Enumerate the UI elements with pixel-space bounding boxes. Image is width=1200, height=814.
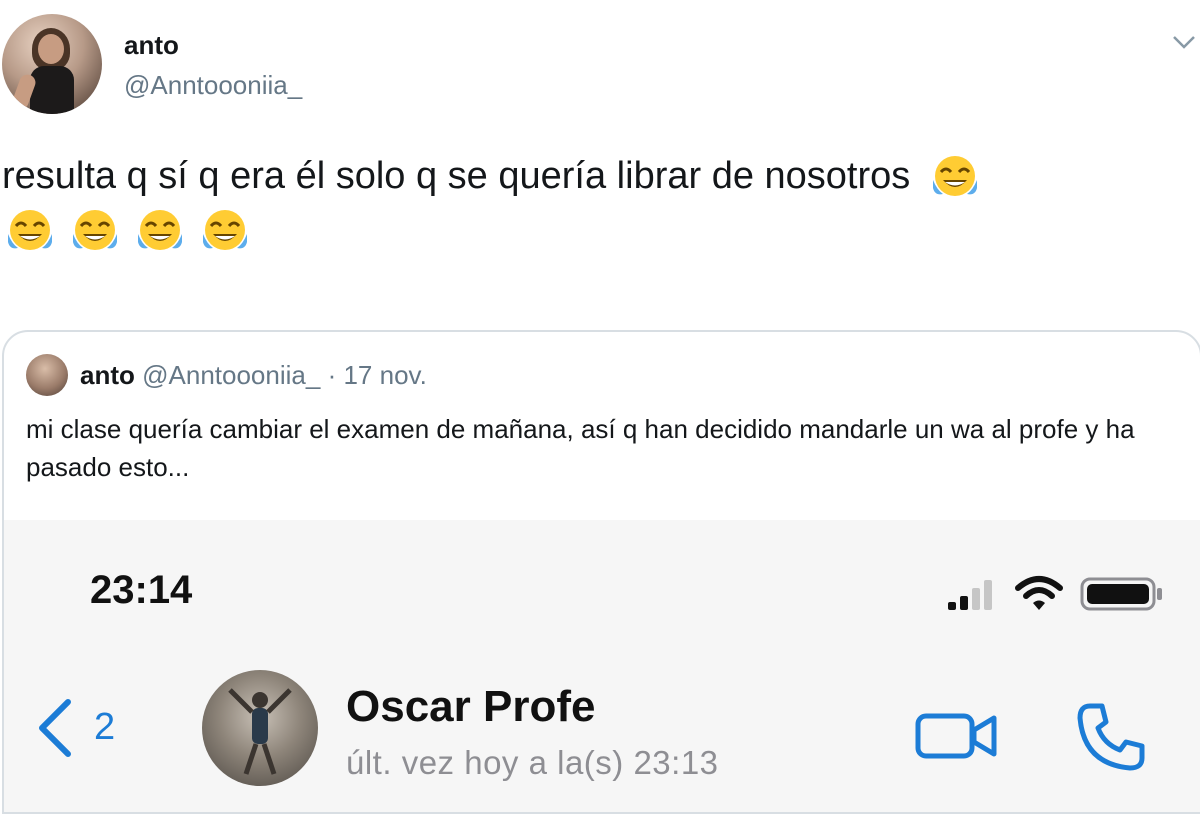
- contact-avatar[interactable]: [202, 670, 318, 786]
- tears-of-joy-emoji-icon: [73, 210, 117, 250]
- quoted-tweet-text: mi clase quería cambiar el examen de mañ…: [26, 414, 1135, 482]
- author-display-name[interactable]: anto: [124, 30, 179, 61]
- quoted-author-handle: @Anntoooniia_: [142, 360, 321, 390]
- whatsapp-screenshot: 23:14 2 Oscar Profe últ. vez hoy a la(s)…: [4, 520, 1200, 812]
- tweet-text: resulta q sí q era él solo q se quería l…: [2, 148, 1198, 204]
- signal-bars-icon: [948, 580, 992, 610]
- quoted-tweet-date: 17 nov.: [343, 360, 427, 390]
- tweet-text-body: resulta q sí q era él solo q se quería l…: [2, 155, 911, 197]
- contact-last-seen: últ. vez hoy a la(s) 23:13: [346, 744, 719, 781]
- back-unread-count[interactable]: 2: [94, 706, 115, 749]
- status-bar-time: 23:14: [90, 568, 193, 612]
- phone-call-icon[interactable]: [1072, 700, 1148, 776]
- video-call-icon[interactable]: [914, 708, 998, 764]
- avatar-body: [30, 66, 74, 114]
- author-handle[interactable]: @Anntoooniia_: [124, 70, 302, 101]
- contact-avatar-figure: [228, 688, 292, 775]
- avatar-face: [38, 34, 64, 64]
- tears-of-joy-emoji-icon: [932, 155, 977, 196]
- quoted-author-avatar: [26, 354, 68, 396]
- quoted-separator: ·: [327, 360, 337, 390]
- chevron-down-icon[interactable]: [1168, 30, 1200, 54]
- chevron-left-icon[interactable]: [30, 696, 78, 760]
- tears-of-joy-emoji-icon: [203, 210, 247, 250]
- author-avatar[interactable]: [2, 14, 102, 114]
- wifi-icon: [1015, 576, 1063, 610]
- quoted-tweet-header: anto @Anntoooniia_ · 17 nov.: [80, 360, 427, 391]
- quoted-author-name: anto: [80, 360, 135, 390]
- tears-of-joy-emoji-icon: [138, 210, 182, 250]
- contact-name[interactable]: Oscar Profe: [346, 682, 595, 732]
- tears-of-joy-emoji-icon: [8, 210, 52, 250]
- quoted-tweet-card[interactable]: anto @Anntoooniia_ · 17 nov. mi clase qu…: [2, 330, 1200, 814]
- tweet: anto @Anntoooniia_ resulta q sí q era él…: [0, 0, 1200, 814]
- battery-icon: [1080, 577, 1162, 611]
- emoji-row: [4, 206, 264, 258]
